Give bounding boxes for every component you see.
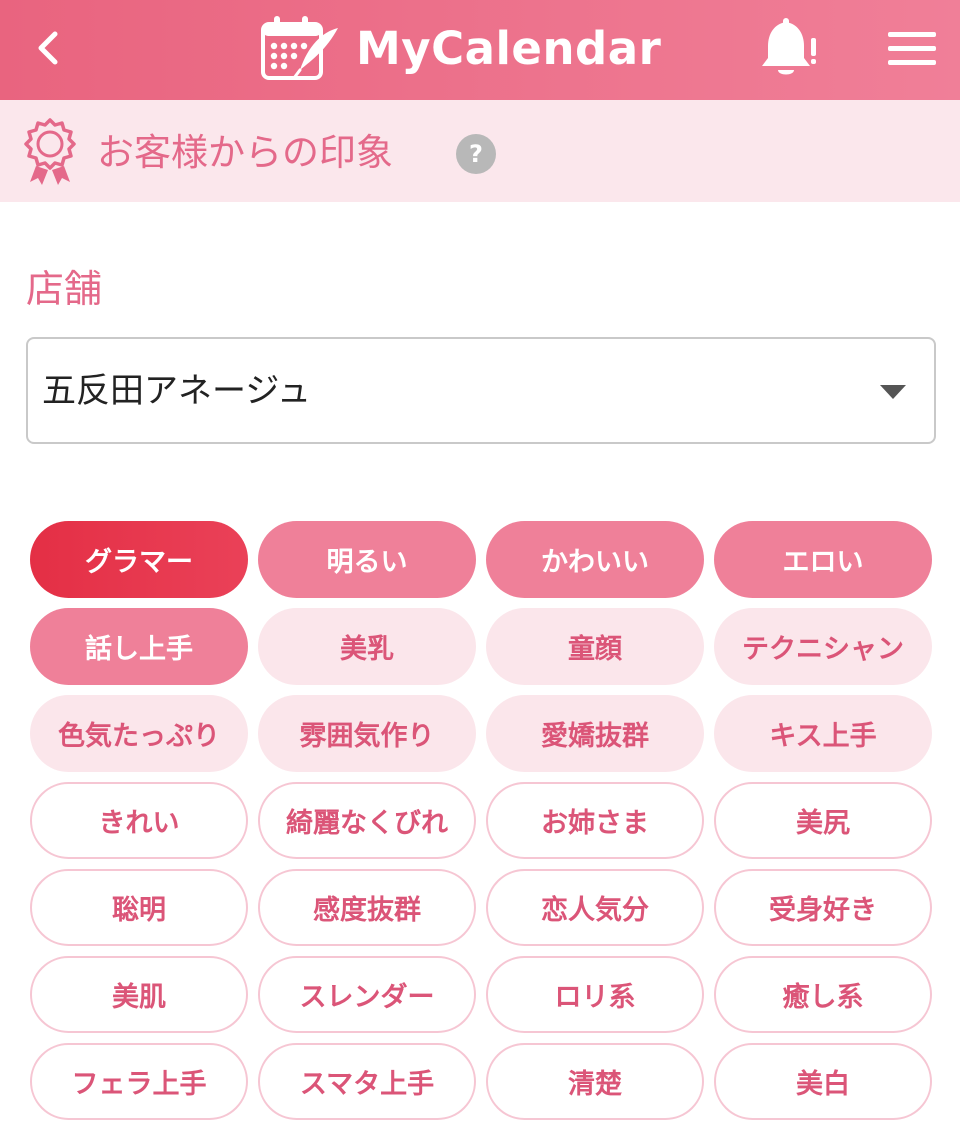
impression-tag[interactable]: 美尻	[714, 782, 932, 859]
impression-tag[interactable]: スレンダー	[258, 956, 476, 1033]
impression-tag[interactable]: 雰囲気作り	[258, 695, 476, 772]
impression-tag[interactable]: 恋人気分	[486, 869, 704, 946]
impression-tag[interactable]: 癒し系	[714, 956, 932, 1033]
impression-tag[interactable]: 美肌	[30, 956, 248, 1033]
impression-tag[interactable]: 美乳	[258, 608, 476, 685]
impression-tag[interactable]: 明るい	[258, 521, 476, 598]
impression-tag[interactable]: テクニシャン	[714, 608, 932, 685]
store-label: 店舗	[26, 267, 103, 311]
help-button[interactable]: ?	[456, 134, 496, 174]
notifications-button[interactable]	[758, 16, 822, 82]
award-ribbon-icon	[22, 118, 78, 186]
impression-tag[interactable]: 話し上手	[30, 608, 248, 685]
menu-button[interactable]	[884, 26, 940, 72]
bell-alert-icon	[762, 18, 816, 75]
impression-tag[interactable]: スマタ上手	[258, 1043, 476, 1120]
impression-tag[interactable]: 受身好き	[714, 869, 932, 946]
impression-tag[interactable]: きれい	[30, 782, 248, 859]
impression-tag[interactable]: グラマー	[30, 521, 248, 598]
impression-tag[interactable]: 色気たっぷり	[30, 695, 248, 772]
impression-tag-grid: グラマー 明るい かわいい エロい話し上手 美乳 童顔 テクニシャン色気たっぷり 雰囲気作り愛…	[30, 521, 932, 1120]
impression-tag[interactable]: ロリ系	[486, 956, 704, 1033]
impression-tag[interactable]: かわいい	[486, 521, 704, 598]
app-header: MyCalendar	[0, 0, 960, 100]
impression-tag[interactable]: 童顔	[486, 608, 704, 685]
impression-tag[interactable]: エロい	[714, 521, 932, 598]
impression-tag[interactable]: 綺麗なくびれ	[258, 782, 476, 859]
impression-tag[interactable]: フェラ上手	[30, 1043, 248, 1120]
app-title: MyCalendar	[356, 21, 662, 75]
impression-tag[interactable]: お姉さま	[486, 782, 704, 859]
impression-tag[interactable]: 愛嬌抜群	[486, 695, 704, 772]
store-selected-value: 五反田アネージュ	[42, 371, 311, 411]
hamburger-menu-icon	[888, 32, 936, 65]
section-title: お客様からの印象	[97, 131, 393, 174]
impression-tag[interactable]: 感度抜群	[258, 869, 476, 946]
caret-down-icon	[880, 385, 906, 399]
impression-tag[interactable]: 清楚	[486, 1043, 704, 1120]
chevron-left-icon	[38, 31, 58, 65]
impression-tag[interactable]: 聡明	[30, 869, 248, 946]
app-logo: MyCalendar	[260, 12, 661, 84]
impression-tag[interactable]: キス上手	[714, 695, 932, 772]
back-button[interactable]	[22, 18, 74, 78]
impression-tag[interactable]: 美白	[714, 1043, 932, 1120]
calendar-quill-icon	[261, 16, 338, 80]
store-select[interactable]: 五反田アネージュ	[26, 337, 936, 444]
